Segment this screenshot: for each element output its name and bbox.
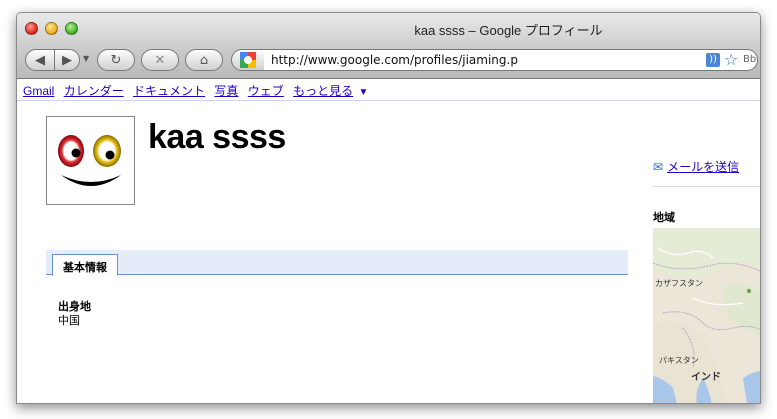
more-dropdown-icon[interactable]: ▼ xyxy=(358,87,368,98)
browser-window: kaa ssss – Google プロフィール ◀ ▶ ▼ ↻ ✕ ⌂ htt… xyxy=(16,12,761,404)
home-button[interactable]: ⌂ xyxy=(185,49,223,71)
bookmark-star-icon[interactable]: ☆ xyxy=(724,50,738,69)
smiley-face-icon xyxy=(58,135,121,186)
back-arrow-icon: ◀ xyxy=(35,52,45,68)
gbar-link-documents[interactable]: ドキュメント xyxy=(133,84,205,98)
region-map[interactable]: カザフスタン パキスタン インド xyxy=(653,228,760,403)
profile-photo xyxy=(46,116,135,205)
stop-button[interactable]: ✕ xyxy=(141,49,179,71)
history-dropdown-icon[interactable]: ▼ xyxy=(83,54,91,64)
window-title: kaa ssss – Google プロフィール xyxy=(414,23,603,38)
gbar-link-calendar[interactable]: カレンダー xyxy=(64,84,124,98)
gbar-link-more[interactable]: もっと見る xyxy=(293,84,353,98)
envelope-icon: ✉ xyxy=(653,160,664,174)
address-bar[interactable]: http://www.google.com/profiles/jiaming.p xyxy=(264,49,758,71)
home-icon: ⌂ xyxy=(199,52,209,68)
title-bar: kaa ssss – Google プロフィール ◀ ▶ ▼ ↻ ✕ ⌂ htt… xyxy=(17,13,760,79)
profile-tab-bar: 基本情報 xyxy=(46,250,628,276)
google-favicon-icon xyxy=(240,52,256,68)
hometown-value: 中国 xyxy=(58,314,80,327)
forward-button[interactable]: ▶ xyxy=(54,49,80,71)
sidebar-divider xyxy=(653,186,760,187)
back-button[interactable]: ◀ xyxy=(25,49,55,71)
gbar-link-web[interactable]: ウェブ xyxy=(248,84,284,98)
rss-feed-icon[interactable]: )) xyxy=(706,53,720,67)
tab-basic-info[interactable]: 基本情報 xyxy=(52,254,118,276)
gbar-link-photos[interactable]: 写真 xyxy=(214,84,238,98)
send-mail-text: メールを送信 xyxy=(667,160,740,174)
map-label-pakistan: パキスタン xyxy=(659,356,699,365)
site-info-button[interactable] xyxy=(231,49,265,71)
bookmarks-icon[interactable]: Bb xyxy=(743,54,756,65)
gbar-link-gmail[interactable]: Gmail xyxy=(23,84,54,98)
google-bar: Gmail カレンダー ドキュメント 写真 ウェブ もっと見る ▼ xyxy=(17,79,760,101)
reload-button[interactable]: ↻ xyxy=(97,49,135,71)
reload-icon: ↻ xyxy=(110,52,122,68)
map-label-kazakhstan: カザフスタン xyxy=(655,279,703,288)
send-mail-link[interactable]: ✉ メールを送信 xyxy=(653,158,739,175)
forward-arrow-icon: ▶ xyxy=(62,52,72,68)
region-title: 地域 xyxy=(653,211,675,224)
map-label-india: インド xyxy=(691,372,721,383)
profile-name: kaa ssss xyxy=(148,118,286,156)
stop-icon: ✕ xyxy=(154,52,166,68)
